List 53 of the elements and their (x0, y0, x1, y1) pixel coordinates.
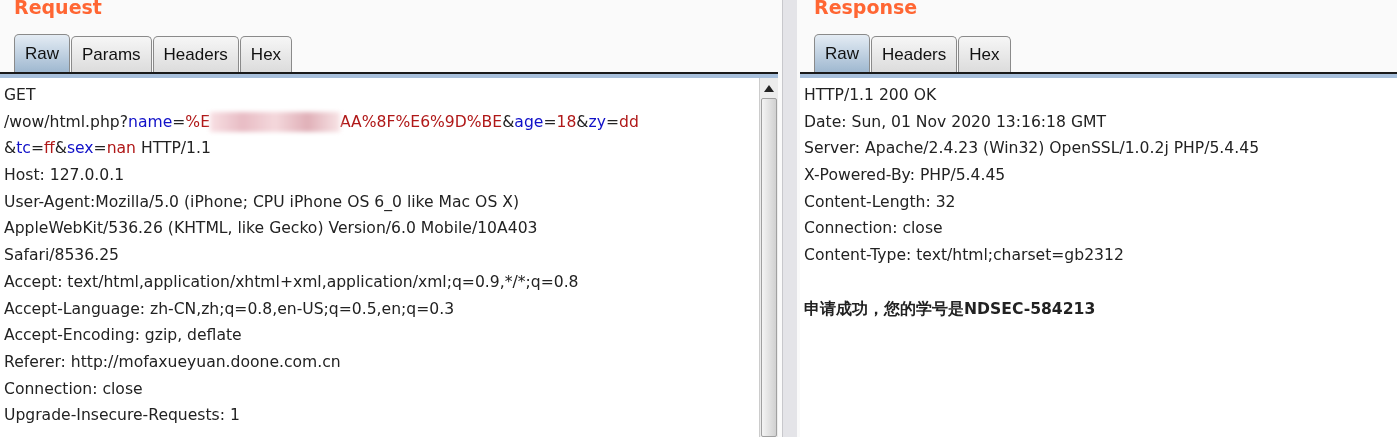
tab[interactable]: Raw (814, 34, 870, 72)
request-text: Upgrade-Insecure-Requests: 1 (4, 406, 240, 425)
parameter-name: name (128, 112, 173, 131)
parameter-value: nan (106, 139, 136, 158)
request-text: = (543, 112, 557, 131)
request-text: & (502, 112, 515, 131)
request-text: GET (4, 86, 36, 104)
request-text: & (576, 112, 589, 131)
request-text: Accept-Language: zh-CN,zh;q=0.8,en-US;q=0.5,en;q=0.3 (4, 299, 455, 318)
request-text: Host: 127.0.0.1 (4, 166, 125, 185)
response-line: Content-Type: text/html;charset=gb2312 (804, 246, 1124, 265)
tab[interactable]: Headers (152, 36, 239, 72)
parameter-name: zy (588, 112, 606, 131)
parameter-value: AA%8F%E6%9D%BE (340, 112, 503, 131)
request-text: = (93, 139, 107, 158)
request-text: & (54, 139, 67, 158)
tab[interactable]: Params (71, 36, 152, 72)
parameter-value: dd (619, 112, 639, 131)
request-text: = (172, 112, 186, 131)
response-line: Content-Length: 32 (804, 192, 956, 211)
splitter[interactable] (782, 0, 797, 437)
request-text: = (30, 139, 44, 158)
request-text: Accept-Encoding: gzip, deflate (4, 326, 242, 345)
tab[interactable]: Hex (239, 36, 293, 72)
tab[interactable]: Headers (871, 36, 958, 72)
request-text: Accept: text/html,application/xhtml+xml,application/xml;q=0.9,*/*;q=0.8 (4, 272, 579, 291)
response-line: Server: Apache/2.4.23 (Win32) OpenSSL/1.0.2j PHP/5.4.45 (804, 139, 1260, 158)
response-line: HTTP/1.1 200 OK (804, 86, 937, 104)
request-text: & (4, 139, 17, 158)
parameter-name: sex (66, 139, 94, 158)
response-line: X-Powered-By: PHP/5.4.45 (804, 166, 1006, 185)
panel-title: Response (814, 0, 918, 18)
up-arrow-icon[interactable] (764, 84, 774, 92)
response-line: Date: Sun, 01 Nov 2020 13:16:18 GMT (804, 112, 1106, 131)
request-text: User-Agent:Mozilla/5.0 (iPhone; CPU iPhone OS 6_0 like Mac OS X) (4, 192, 520, 211)
scrollbar[interactable] (759, 78, 778, 437)
request-text: HTTP/1.1 (139, 139, 211, 158)
request-text: Safari/8536.25 (4, 246, 119, 265)
response-body: 申请成功，您的学号是NDSEC-584213 (804, 299, 1096, 318)
parameter-value: %E (185, 112, 210, 131)
panel-title: Request (14, 0, 102, 18)
tab[interactable]: Hex (958, 36, 1011, 72)
request-text: = (605, 112, 619, 131)
request-text: /wow/html.php? (4, 112, 128, 131)
request-text: Referer: http://mofaxueyuan.doone.com.cn (4, 352, 341, 371)
request-text: AppleWebKit/536.26 (KHTML, like Gecko) Version/6.0 Mobile/10A403 (4, 219, 538, 238)
parameter-value: ff (43, 139, 55, 158)
parameter-name: tc (16, 139, 31, 158)
request-text: Connection: close (4, 379, 143, 398)
tab[interactable]: Raw (14, 34, 70, 72)
response-line: Connection: close (804, 219, 943, 238)
parameter-name: age (514, 112, 544, 131)
parameter-value: 18 (556, 112, 577, 131)
